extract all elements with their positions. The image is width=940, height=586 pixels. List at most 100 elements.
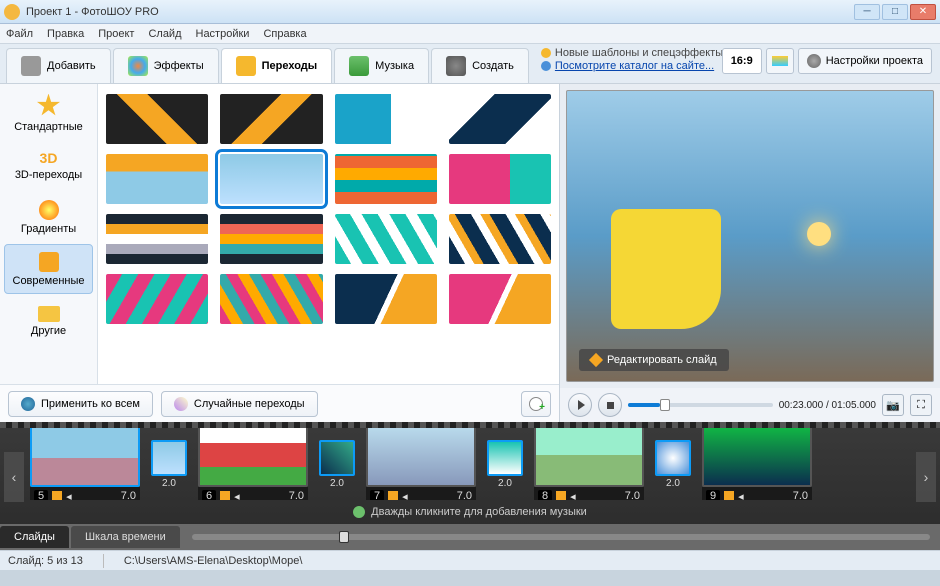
transition-thumb[interactable]: [449, 274, 551, 324]
pencil-icon[interactable]: [556, 491, 566, 500]
transition-thumb[interactable]: [220, 94, 322, 144]
add-collection-button[interactable]: [521, 391, 551, 417]
apply-all-button[interactable]: Применить ко всем: [8, 391, 153, 417]
transition-thumb[interactable]: [335, 274, 437, 324]
pencil-icon[interactable]: [388, 491, 398, 500]
slide-duration: 7.0: [289, 490, 304, 500]
minimize-button[interactable]: ─: [854, 4, 880, 20]
transition-thumb[interactable]: [220, 274, 322, 324]
edit-slide-button[interactable]: Редактировать слайд: [579, 349, 729, 371]
palette-icon: [128, 56, 148, 76]
menu-slide[interactable]: Слайд: [148, 28, 181, 40]
timeline-next[interactable]: ›: [916, 452, 936, 502]
preview-image[interactable]: Редактировать слайд: [566, 90, 934, 382]
slide-number: 7: [370, 490, 384, 500]
tab-transitions-label: Переходы: [262, 60, 318, 72]
category-gradients[interactable]: Градиенты: [4, 192, 93, 242]
transition-thumb[interactable]: [335, 94, 437, 144]
menu-project[interactable]: Проект: [98, 28, 134, 40]
refresh-icon: [353, 506, 365, 518]
transition-item[interactable]: 2.0: [486, 440, 524, 489]
tab-music-label: Музыка: [375, 60, 414, 72]
maximize-button[interactable]: □: [882, 4, 908, 20]
slide-item[interactable]: 9◂7.0: [702, 428, 812, 500]
transitions-grid: [98, 84, 559, 384]
transition-item[interactable]: 2.0: [150, 440, 188, 489]
project-settings-button[interactable]: Настройки проекта: [798, 48, 932, 74]
pencil-icon[interactable]: [724, 491, 734, 500]
star-icon: [541, 48, 551, 58]
tab-add[interactable]: Добавить: [6, 48, 111, 83]
gradient-icon: [39, 200, 59, 220]
tab-create-label: Создать: [472, 60, 514, 72]
menu-edit[interactable]: Правка: [47, 28, 84, 40]
transition-item[interactable]: 2.0: [654, 440, 692, 489]
seek-slider[interactable]: [628, 403, 773, 407]
tab-create[interactable]: Создать: [431, 48, 529, 83]
stop-button[interactable]: [598, 393, 622, 417]
pencil-icon[interactable]: [52, 491, 62, 500]
category-other[interactable]: Другие: [4, 296, 93, 346]
menu-help[interactable]: Справка: [263, 28, 306, 40]
transition-thumb[interactable]: [106, 154, 208, 204]
menu-settings[interactable]: Настройки: [196, 28, 250, 40]
tab-music[interactable]: Музыка: [334, 48, 429, 83]
slide-duration: 7.0: [121, 490, 136, 500]
sun-decoration: [807, 222, 831, 246]
promo-link[interactable]: Посмотрите каталог на сайте...: [555, 60, 714, 72]
transition-duration: 2.0: [498, 478, 512, 489]
puzzle-icon: [39, 252, 59, 272]
project-settings-label: Настройки проекта: [826, 55, 923, 67]
aspect-ratio-button[interactable]: 16:9: [722, 48, 762, 74]
zoom-slider[interactable]: [192, 534, 930, 540]
snapshot-button[interactable]: 📷: [882, 394, 904, 416]
add-icon: [529, 397, 543, 411]
category-3d[interactable]: 3D3D-переходы: [4, 140, 93, 190]
tab-transitions[interactable]: Переходы: [221, 48, 333, 83]
pencil-icon[interactable]: [220, 491, 230, 500]
theme-button[interactable]: [766, 48, 794, 74]
transition-thumb[interactable]: [449, 94, 551, 144]
category-label: Другие: [31, 325, 66, 337]
menu-file[interactable]: Файл: [6, 28, 33, 40]
transition-thumb[interactable]: [449, 214, 551, 264]
fullscreen-button[interactable]: ⛶: [910, 394, 932, 416]
transition-thumb-selected[interactable]: [220, 154, 322, 204]
view-timeline-tab[interactable]: Шкала времени: [71, 526, 180, 548]
transition-thumb[interactable]: [106, 94, 208, 144]
transition-thumb[interactable]: [106, 274, 208, 324]
gallery-toolbar: Применить ко всем Случайные переходы: [0, 384, 559, 422]
tab-effects-label: Эффекты: [154, 60, 204, 72]
transition-thumb[interactable]: [106, 214, 208, 264]
slide-item[interactable]: 5◂7.0: [30, 428, 140, 500]
subject-decoration: [611, 209, 721, 329]
view-slides-tab[interactable]: Слайды: [0, 526, 69, 548]
main-area: Стандартные 3D3D-переходы Градиенты Совр…: [0, 84, 940, 422]
play-button[interactable]: [568, 393, 592, 417]
slide-item[interactable]: 7◂7.0: [366, 428, 476, 500]
category-label: Современные: [13, 275, 85, 287]
slide-item[interactable]: 6◂7.0: [198, 428, 308, 500]
wand-icon: [174, 397, 188, 411]
timeline-prev[interactable]: ‹: [4, 452, 24, 502]
transition-thumb[interactable]: [220, 214, 322, 264]
gear-icon: [807, 54, 821, 68]
music-icon: [349, 56, 369, 76]
random-button[interactable]: Случайные переходы: [161, 391, 318, 417]
close-button[interactable]: ✕: [910, 4, 936, 20]
globe-icon: [541, 61, 551, 71]
gear-icon: [446, 56, 466, 76]
category-modern[interactable]: Современные: [4, 244, 93, 294]
transition-thumb[interactable]: [335, 154, 437, 204]
transition-thumb[interactable]: [449, 154, 551, 204]
preview-panel: Редактировать слайд 00:23.000 / 01:05.00…: [560, 84, 940, 422]
transition-item[interactable]: 2.0: [318, 440, 356, 489]
transition-duration: 2.0: [162, 478, 176, 489]
slide-item[interactable]: 8◂7.0: [534, 428, 644, 500]
tab-effects[interactable]: Эффекты: [113, 48, 219, 83]
transition-thumb[interactable]: [335, 214, 437, 264]
category-standard[interactable]: Стандартные: [4, 88, 93, 138]
theme-icon: [772, 56, 788, 66]
time-display: 00:23.000 / 01:05.000: [779, 400, 876, 411]
music-track[interactable]: Дважды кликните для добавления музыки: [0, 500, 940, 524]
